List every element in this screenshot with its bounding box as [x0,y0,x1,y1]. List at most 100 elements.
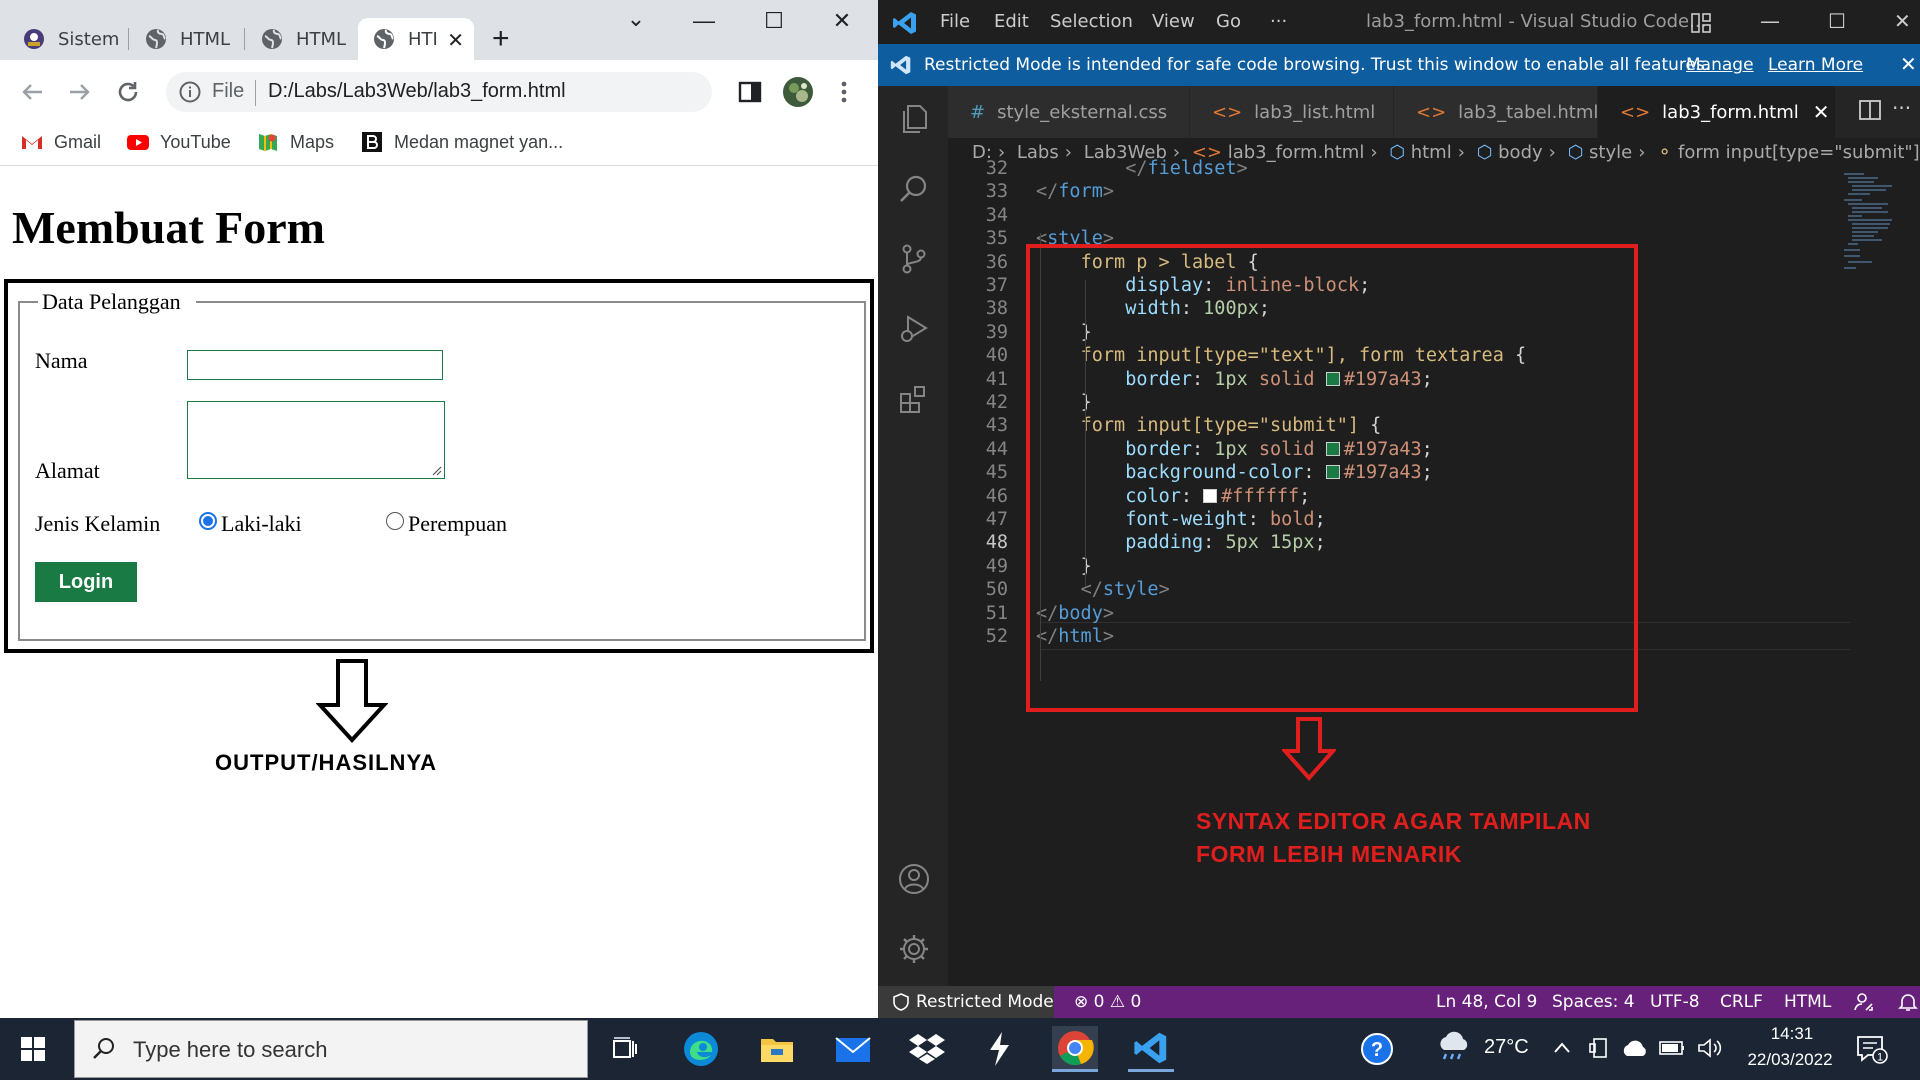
explorer-icon[interactable] [897,102,931,136]
split-editor-icon[interactable] [1858,98,1882,122]
windows-start-icon[interactable] [20,1036,46,1062]
code-text: </fieldset> [1125,158,1248,179]
menu-go[interactable]: Go [1216,11,1241,32]
search-placeholder: Type here to search [133,1037,328,1062]
help-icon[interactable]: ? [1360,1032,1394,1066]
close-button[interactable]: ✕ [822,8,862,34]
vscode-icon[interactable] [1128,1026,1174,1072]
more-actions-icon[interactable]: ··· [1892,96,1911,120]
chrome-tab-active[interactable]: HTI ✕ [358,18,474,60]
indentation-status[interactable]: Spaces: 4 [1552,992,1635,1012]
mail-icon[interactable] [830,1026,876,1072]
search-icon[interactable] [897,172,931,206]
menu-view[interactable]: View [1152,11,1195,32]
tab-close-icon[interactable]: ✕ [447,28,464,52]
banner-close-icon[interactable]: ✕ [1900,52,1917,76]
banner-text: Restricted Mode is intended for safe cod… [924,55,1711,75]
search-icon [93,1038,114,1059]
minimize-button[interactable]: — [1760,9,1780,33]
side-panel-icon[interactable] [738,80,762,104]
clock-time[interactable]: 14:31 [1740,1024,1844,1044]
gear-icon[interactable] [897,932,931,966]
menu-selection[interactable]: Selection [1050,11,1133,32]
tab-search-chevron-icon[interactable]: ⌄ [616,6,656,32]
tab-close-icon[interactable]: ✕ [1813,100,1830,124]
bell-icon[interactable] [1898,992,1918,1012]
tab-lab3-form-html[interactable]: <> lab3_form.html ✕ [1598,86,1836,138]
weather-temperature[interactable]: 27°C [1484,1036,1529,1059]
chrome-tab-html-2[interactable]: HTML [246,18,356,60]
vscode-titlebar: File Edit Selection View Go ··· lab3_for… [878,0,1920,44]
info-icon[interactable] [178,80,202,104]
radio-perempuan[interactable] [386,512,404,530]
globe-icon [374,29,394,49]
resize-grip-icon[interactable] [430,464,442,476]
minimize-button[interactable]: — [684,8,724,34]
account-icon[interactable] [897,862,931,896]
battery-icon[interactable] [1658,1038,1686,1058]
chrome-menu-icon[interactable] [834,78,854,106]
bookmark-medan-magnet[interactable]: Medan magnet yan... [360,130,563,154]
manage-link[interactable]: Manage [1686,55,1754,75]
taskbar-search[interactable]: Type here to search [74,1020,588,1078]
bookmark-youtube[interactable]: YouTube [126,130,231,154]
restricted-mode-status[interactable]: Restricted Mode [878,986,1054,1018]
language-mode[interactable]: HTML [1784,992,1831,1012]
profile-avatar[interactable] [782,76,814,108]
bolt-app-icon[interactable] [976,1026,1022,1072]
dropbox-icon[interactable] [904,1026,950,1072]
address-separator [255,80,256,106]
login-button[interactable]: Login [35,562,137,602]
notifications-icon[interactable]: 1 [1854,1032,1888,1066]
nama-input[interactable] [187,350,443,380]
line-number: 37 [985,275,1008,296]
file-explorer-icon[interactable] [754,1026,800,1072]
window-title: lab3_form.html - Visual Studio Code... [1366,11,1707,32]
line-number: 38 [985,298,1008,320]
edge-icon[interactable] [678,1026,724,1072]
eol-status[interactable]: CRLF [1720,992,1763,1012]
bookmark-gmail[interactable]: Gmail [20,130,101,154]
menu-more[interactable]: ··· [1270,11,1287,32]
new-tab-button[interactable]: + [492,22,510,56]
problems-status[interactable]: ⊗ 0 ⚠ 0 [1074,992,1141,1012]
radio-laki-laki[interactable] [199,512,217,530]
volume-icon[interactable] [1696,1036,1724,1060]
notification-count: 1 [1877,1052,1883,1064]
task-view-icon[interactable] [602,1026,648,1072]
encoding-status[interactable]: UTF-8 [1650,992,1700,1012]
chrome-tab-html-1[interactable]: HTML [130,18,242,60]
chevron-up-icon[interactable] [1552,1040,1572,1056]
reload-icon[interactable] [112,76,144,108]
layout-icon[interactable] [1690,12,1712,34]
back-arrow-icon[interactable] [16,76,48,108]
run-debug-icon[interactable] [897,312,931,346]
maximize-button[interactable]: ☐ [754,8,794,34]
maximize-button[interactable]: ☐ [1828,9,1846,33]
cursor-position[interactable]: Ln 48, Col 9 [1436,992,1537,1012]
tab-lab3-tabel-html[interactable]: <> lab3_tabel.html [1394,86,1598,138]
onedrive-cloud-icon[interactable] [1620,1038,1650,1058]
device-icon[interactable] [1588,1036,1612,1060]
forward-arrow-icon[interactable] [64,76,96,108]
learn-more-link[interactable]: Learn More [1768,55,1863,75]
close-button[interactable]: ✕ [1894,9,1911,33]
minimap[interactable] [1840,170,1910,290]
address-url[interactable]: D:/Labs/Lab3Web/lab3_form.html [268,80,566,103]
tab-style-eksternal-css[interactable]: # style_eksternal.css [948,86,1190,138]
chrome-tab-sistem[interactable]: Sistem [8,18,126,60]
weather-rain-icon[interactable] [1434,1030,1474,1066]
restricted-mode-banner: Restricted Mode is intended for safe cod… [878,44,1920,86]
svg-text:?: ? [1371,1039,1383,1061]
menu-edit[interactable]: Edit [994,11,1029,32]
menu-file[interactable]: File [940,11,970,32]
extensions-icon[interactable] [897,382,931,416]
app-logo-icon [24,29,44,49]
alamat-textarea[interactable] [187,401,445,479]
bookmark-maps[interactable]: Maps [256,130,334,154]
chrome-icon[interactable] [1052,1026,1098,1072]
source-control-icon[interactable] [897,242,931,276]
tab-lab3-list-html[interactable]: <> lab3_list.html [1190,86,1394,138]
clock-date[interactable]: 22/03/2022 [1736,1050,1844,1070]
feedback-icon[interactable] [1854,992,1874,1012]
